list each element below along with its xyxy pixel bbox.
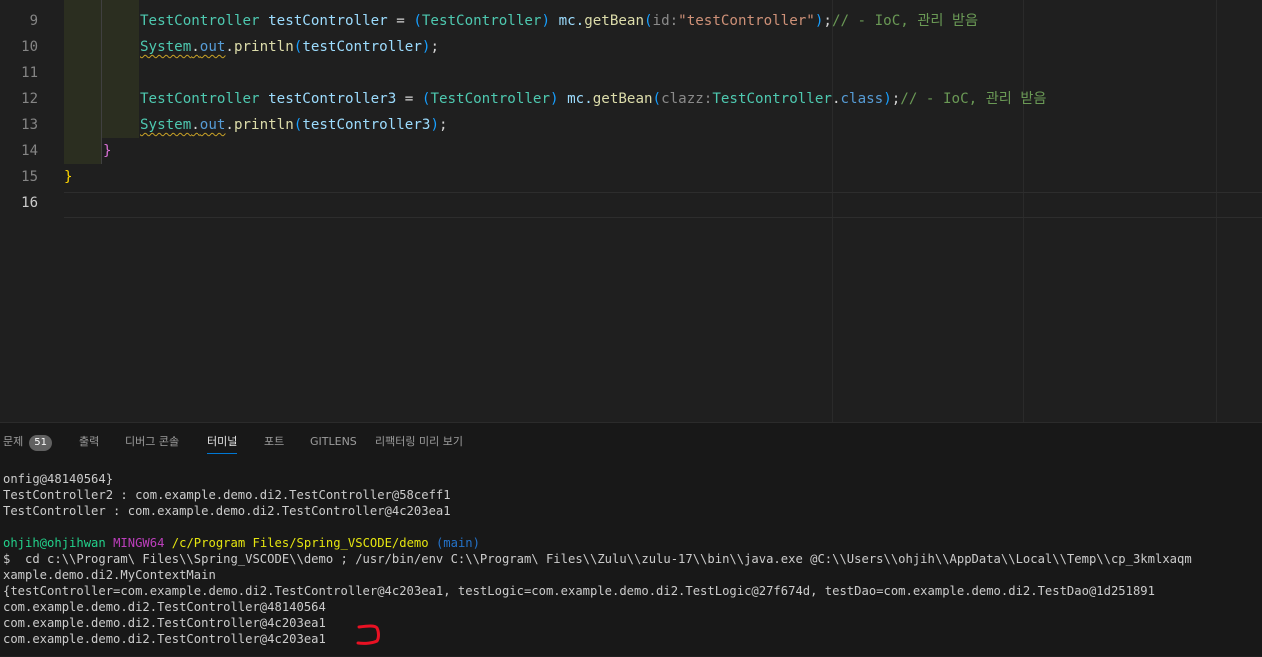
- terminal-line: TestController : com.example.demo.di2.Te…: [3, 504, 451, 518]
- line-number: 11: [21, 65, 38, 81]
- token-variable: mc.: [550, 13, 585, 29]
- token-paren: ): [430, 117, 439, 133]
- line-number: 15: [21, 169, 38, 185]
- token-semicolon: ;: [823, 13, 832, 29]
- tab-label: 문제: [3, 435, 24, 448]
- token-paren: (: [652, 91, 662, 107]
- token-type: TestController: [140, 91, 260, 107]
- tab-terminal[interactable]: 터미널: [207, 433, 238, 454]
- token-dot: .: [225, 39, 234, 55]
- token-paren: ): [883, 91, 892, 107]
- line-number: 14: [21, 143, 38, 159]
- indent-highlight: [64, 138, 101, 164]
- token-semicolon: ;: [891, 91, 901, 107]
- prompt-host: MINGW64: [113, 536, 165, 550]
- inlay-hint: clazz:: [661, 91, 713, 107]
- token-class: System: [140, 39, 192, 55]
- current-line-highlight: [64, 192, 1262, 218]
- token-paren: (: [644, 13, 653, 29]
- tab-gitlens[interactable]: GITLENS: [310, 433, 357, 453]
- terminal-line: com.example.demo.di2.TestController@4814…: [3, 600, 326, 614]
- token-keyword: class: [840, 91, 884, 107]
- bottom-panel: 문제 51 출력 디버그 콘솔 터미널 포트 GITLENS 리팩터링 미리 보기…: [0, 422, 1262, 656]
- code-line-13[interactable]: System.out.println(testController3);: [140, 112, 448, 138]
- token-operator: =: [387, 13, 414, 29]
- red-bracket-annotation: [356, 624, 380, 645]
- code-line-15[interactable]: }: [64, 164, 73, 190]
- token-string: "testController": [678, 13, 815, 29]
- problems-count-badge: 51: [29, 435, 52, 451]
- token-variable: testController3: [259, 91, 397, 107]
- panel-tab-bar: 문제 51 출력 디버그 콘솔 터미널 포트 GITLENS 리팩터링 미리 보기: [0, 423, 1262, 461]
- prompt-branch: (main): [435, 536, 480, 550]
- terminal-line: onfig@48140564}: [3, 472, 114, 486]
- token-dot: .: [191, 117, 200, 133]
- terminal-command: $ cd c:\\Program\ Files\\Spring_VSCODE\\…: [3, 552, 1192, 566]
- code-line-9[interactable]: TestController testController = (TestCon…: [140, 8, 978, 34]
- terminal-output[interactable]: onfig@48140564} TestController2 : com.ex…: [0, 471, 1262, 657]
- token-method: getBean: [592, 91, 653, 107]
- token-comment: // - IoC, 관리 받음: [831, 13, 979, 29]
- token-type: TestController: [421, 13, 542, 29]
- token-variable: testController: [302, 39, 422, 55]
- token-semicolon: ;: [438, 117, 448, 133]
- indent-guide: [101, 0, 102, 164]
- code-line-14[interactable]: }: [103, 138, 112, 164]
- token-method: println: [233, 39, 294, 55]
- terminal-line: TestController2 : com.example.demo.di2.T…: [3, 488, 451, 502]
- terminal-line: com.example.demo.di2.TestController@4c20…: [3, 616, 326, 630]
- token-comment: // - IoC, 관리 받음: [900, 91, 1047, 107]
- token-method: println: [233, 117, 294, 133]
- token-type: TestController: [140, 13, 260, 29]
- token-variable: testController: [259, 13, 388, 29]
- token-field: out: [199, 117, 226, 133]
- token-paren: (: [413, 13, 422, 29]
- line-number: 9: [29, 13, 38, 29]
- token-variable: mc.: [558, 91, 593, 107]
- code-editor[interactable]: 9 10 11 12 13 14 15 16 TestController te…: [0, 0, 1262, 422]
- line-number: 10: [21, 39, 38, 55]
- token-method: getBean: [584, 13, 644, 29]
- tab-problems[interactable]: 문제 51: [3, 433, 52, 453]
- token-class: TestController: [712, 91, 832, 107]
- line-number: 12: [21, 91, 38, 107]
- terminal-line: com.example.demo.di2.TestController@4c20…: [3, 632, 326, 646]
- prompt-path: /c/Program Files/Spring_VSCODE/demo: [171, 536, 429, 550]
- token-operator: =: [396, 91, 422, 107]
- code-line-10[interactable]: System.out.println(testController);: [140, 34, 439, 60]
- prompt-user: ohjih@ohjihwan: [3, 536, 106, 550]
- tab-refactor-preview[interactable]: 리팩터링 미리 보기: [375, 433, 463, 453]
- token-variable: testController3: [302, 117, 431, 133]
- terminal-line: xample.demo.di2.MyContextMain: [3, 568, 216, 582]
- inlay-hint: id:: [652, 13, 679, 29]
- tab-output[interactable]: 출력: [79, 433, 99, 453]
- token-field: out: [199, 39, 226, 55]
- token-semicolon: ;: [430, 39, 439, 55]
- terminal-prompt: ohjih@ohjihwan MINGW64 /c/Program Files/…: [3, 535, 480, 551]
- terminal-line: {testController=com.example.demo.di2.Tes…: [3, 584, 1155, 598]
- token-dot: .: [225, 117, 234, 133]
- token-class: System: [140, 117, 192, 133]
- token-type: TestController: [430, 91, 551, 107]
- token-paren: ): [550, 91, 559, 107]
- line-number-active: 16: [21, 195, 38, 211]
- token-dot: .: [191, 39, 200, 55]
- token-paren: ): [541, 13, 551, 29]
- tab-ports[interactable]: 포트: [264, 433, 284, 453]
- code-line-12[interactable]: TestController testController3 = ( TestCo…: [140, 86, 1046, 112]
- line-number: 13: [21, 117, 38, 133]
- tab-debug-console[interactable]: 디버그 콘솔: [125, 433, 179, 453]
